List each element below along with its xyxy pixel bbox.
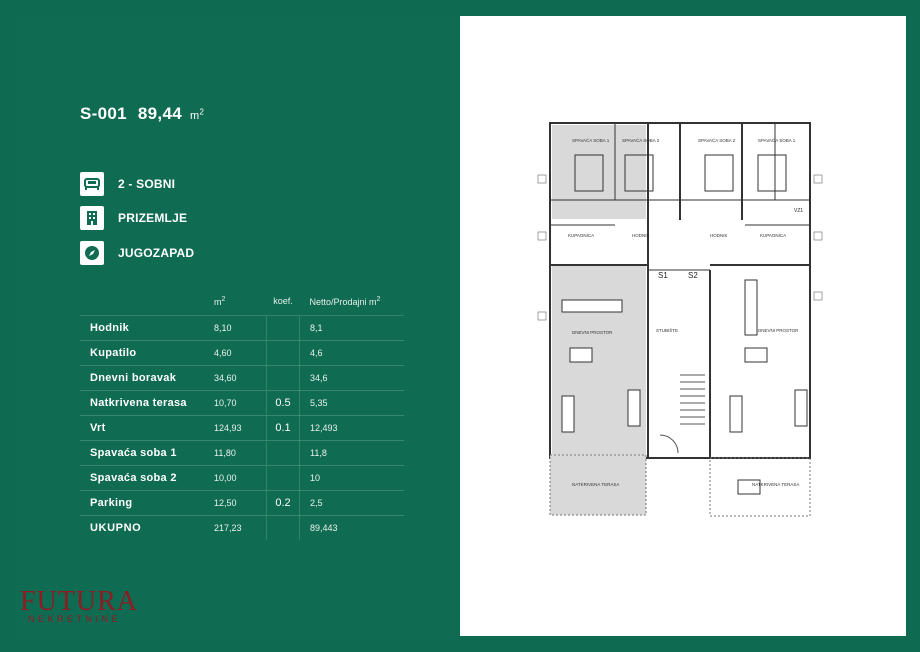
- table-row: Vrt 124,93 0.1 12,493: [80, 415, 404, 441]
- room-coefficient: [266, 365, 300, 391]
- table-row: Parking 12,50 0.2 2,5: [80, 490, 404, 516]
- plan-label: KUPAONICA: [568, 233, 594, 238]
- plan-label: SPAVAĆA SOBA 1: [572, 137, 610, 143]
- room-coefficient: [266, 315, 300, 341]
- room-net-area: 10: [299, 465, 404, 491]
- room-net-area: 8,1: [299, 315, 404, 341]
- room-coefficient: 0.5: [266, 390, 300, 416]
- room-coefficient: [266, 440, 300, 466]
- table-row: Spavaća soba 2 10,00 10: [80, 465, 404, 491]
- room-net-area: 4,6: [299, 340, 404, 366]
- room-area: 8,10: [214, 315, 267, 341]
- feature-floor: PRIZEMLJE: [80, 205, 187, 231]
- room-net-area: 12,493: [299, 415, 404, 441]
- room-area: 217,23: [214, 523, 242, 533]
- room-coefficient: 0.2: [266, 490, 300, 516]
- plan-label: NATKRIVENA TERASA: [572, 482, 619, 487]
- plan-label: DNEVNI PROSTOR: [758, 328, 799, 333]
- company-logo: FUTURA NEKRETNINE: [20, 586, 139, 625]
- room-coefficient: [266, 465, 300, 491]
- feature-label: PRIZEMLJE: [118, 211, 188, 225]
- room-name: Spavaća soba 2: [80, 465, 214, 491]
- plan-label: DNEVNI PROSTOR: [572, 330, 613, 335]
- room-area: 4,60: [214, 340, 267, 366]
- compass-icon: [80, 241, 104, 265]
- table-header: m2 koef. Netto/Prodajni m2: [80, 289, 404, 316]
- room-area: 124,93: [214, 415, 267, 441]
- feature-label: 2 - SOBNI: [118, 177, 176, 191]
- room-coefficient: [266, 515, 300, 540]
- room-area: 10,70: [214, 390, 267, 416]
- table-row: Kupatilo 4,60 4,6: [80, 340, 404, 366]
- table-row: Hodnik 8,10 8,1: [80, 315, 404, 341]
- plan-label: SPAVAĆA SOBA 2: [698, 137, 736, 143]
- plan-label: HODNIK: [710, 233, 728, 238]
- table-total-row: UKUPNO 217,23 89,443: [80, 515, 404, 540]
- plan-label: SPAVAĆA SOBA 1: [758, 137, 796, 143]
- plan-label: SPAVAĆA SOBA 2: [622, 137, 660, 143]
- plan-label: NATKRIVENA TERASA: [752, 482, 799, 487]
- unit-code: S-001: [80, 104, 127, 123]
- unit-area-unit: m2: [189, 107, 205, 122]
- room-name: Natkrivena terasa: [80, 390, 214, 416]
- feature-orientation: JUGOZAPAD: [80, 240, 194, 266]
- bed-icon: [80, 172, 104, 196]
- logo-wordmark: FUTURA: [20, 586, 139, 617]
- room-net-area: 5,35: [299, 390, 404, 416]
- feature-rooms: 2 - SOBNI: [80, 171, 175, 197]
- table-row: Spavaća soba 1 11,80 11,8: [80, 440, 404, 466]
- unit-area: 89,44: [137, 104, 182, 123]
- room-net-area: 89,443: [310, 523, 338, 533]
- unit-title: S-001 89,44 m2: [80, 104, 204, 124]
- room-name: Kupatilo: [80, 340, 214, 366]
- feature-label: JUGOZAPAD: [118, 246, 195, 260]
- room-coefficient: 0.1: [266, 415, 300, 441]
- col-m2: m2: [214, 289, 267, 316]
- room-area: 34,60: [214, 365, 267, 391]
- table-row: Dnevni boravak 34,60 34,6: [80, 365, 404, 391]
- room-name: Dnevni boravak: [80, 365, 214, 391]
- room-area: 10,00: [214, 465, 267, 491]
- area-table: m2 koef. Netto/Prodajni m2 Hodnik 8,10 8,1…: [80, 289, 404, 540]
- room-area: 12,50: [214, 490, 267, 516]
- room-area: 11,80: [214, 440, 267, 466]
- plan-label: KUPAONICA: [760, 233, 786, 238]
- table-row: Natkrivena terasa 10,70 0.5 5,35: [80, 390, 404, 416]
- room-name: Hodnik: [80, 315, 214, 341]
- room-coefficient: [266, 340, 300, 366]
- col-net: Netto/Prodajni m2: [299, 289, 404, 316]
- room-name: Vrt: [80, 415, 214, 441]
- room-net-area: 2,5: [299, 490, 404, 516]
- room-net-area: 34,6: [299, 365, 404, 391]
- room-name: Parking: [80, 490, 214, 516]
- building-icon: [80, 206, 104, 230]
- plan-label: HODNIK: [632, 233, 650, 238]
- plan-s2-label: S2: [688, 271, 698, 280]
- floor-plan: SPAVAĆA SOBA 1 SPAVAĆA SOBA 2 SPAVAĆA SO…: [537, 122, 823, 517]
- col-koef: koef.: [266, 289, 300, 316]
- plan-s1-label: S1: [658, 271, 668, 280]
- plan-vz1-label: VZ1: [794, 208, 803, 214]
- room-name: Spavaća soba 1: [80, 440, 214, 466]
- plan-label: STUBIŠTE: [656, 327, 678, 333]
- room-name: UKUPNO: [90, 522, 142, 534]
- room-net-area: 11,8: [299, 440, 404, 466]
